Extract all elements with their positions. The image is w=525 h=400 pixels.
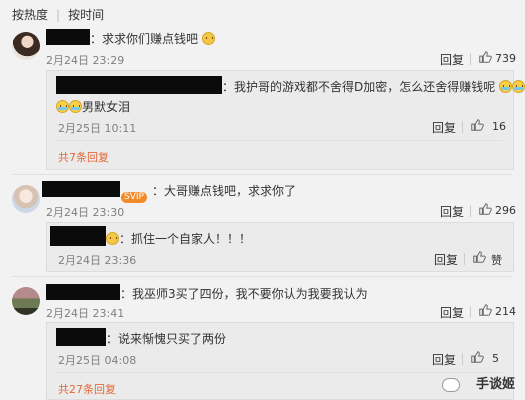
divider bbox=[470, 205, 471, 217]
emoji-icon bbox=[512, 80, 525, 93]
comment-text: ：大哥赚点钱吧，求求你了 bbox=[152, 184, 297, 198]
avatar[interactable] bbox=[12, 287, 40, 315]
reply-time: 2月25日 04:08 bbox=[58, 354, 137, 367]
reply-text: ：抓住一个自家人！！！ bbox=[106, 230, 251, 247]
reply-text-line2: 男默女泪 bbox=[56, 98, 130, 115]
reply-text: ：说来惭愧只买了两份 bbox=[106, 332, 227, 346]
like-count: 16 bbox=[492, 120, 506, 133]
avatar[interactable] bbox=[12, 185, 40, 213]
thumbs-up-icon[interactable] bbox=[478, 50, 492, 64]
divider bbox=[462, 121, 463, 133]
redacted-username bbox=[50, 226, 106, 246]
divider bbox=[462, 353, 463, 365]
sort-bar: 按热度 | 按时间 bbox=[12, 6, 104, 23]
thumbs-up-icon[interactable] bbox=[470, 350, 484, 364]
redacted-username bbox=[46, 284, 120, 300]
thumbs-up-icon[interactable] bbox=[472, 250, 486, 264]
emoji-icon bbox=[106, 232, 119, 245]
thumbs-up-icon[interactable] bbox=[470, 118, 484, 132]
avatar[interactable] bbox=[12, 32, 40, 60]
watermark-logo-icon bbox=[442, 378, 460, 392]
emoji-icon bbox=[69, 100, 82, 113]
divider bbox=[56, 372, 502, 373]
reply-button[interactable]: 回复 bbox=[440, 203, 464, 220]
emoji-icon bbox=[56, 100, 69, 113]
like-count: 5 bbox=[492, 352, 499, 365]
thumbs-up-icon[interactable] bbox=[478, 303, 492, 317]
divider bbox=[56, 140, 502, 141]
divider bbox=[464, 253, 465, 265]
like-count: 214 bbox=[495, 305, 516, 318]
divider bbox=[12, 276, 512, 277]
emoji-icon bbox=[201, 32, 215, 45]
like-button-label[interactable]: 赞 bbox=[491, 252, 502, 268]
thumbs-up-icon[interactable] bbox=[478, 202, 492, 216]
redacted-username bbox=[56, 76, 222, 94]
vip-badge: SVIP bbox=[121, 184, 147, 203]
reply-button[interactable]: 回复 bbox=[440, 51, 464, 68]
like-count: 296 bbox=[495, 204, 516, 217]
reply-button[interactable]: 回复 bbox=[432, 119, 456, 136]
redacted-username bbox=[42, 181, 120, 197]
comment-time: 2月24日 23:29 bbox=[46, 54, 125, 67]
redacted-username bbox=[56, 328, 106, 346]
divider bbox=[470, 53, 471, 65]
reply-button[interactable]: 回复 bbox=[434, 251, 458, 268]
reply-time: 2月25日 10:11 bbox=[58, 122, 137, 135]
emoji-icon bbox=[499, 80, 513, 93]
sort-by-hot[interactable]: 按热度 bbox=[12, 6, 48, 23]
reply-button[interactable]: 回复 bbox=[432, 351, 456, 368]
watermark: 手谈姬 bbox=[475, 377, 515, 392]
like-count: 739 bbox=[495, 52, 516, 65]
divider bbox=[12, 174, 512, 175]
sort-by-time[interactable]: 按时间 bbox=[68, 6, 104, 23]
sort-divider: | bbox=[56, 8, 61, 22]
comment-text: ：求求你们赚点钱吧 bbox=[90, 30, 215, 47]
more-replies-link[interactable]: 共27条回复 bbox=[58, 381, 116, 397]
divider bbox=[470, 306, 471, 318]
redacted-username bbox=[46, 29, 90, 45]
comment-time: 2月24日 23:30 bbox=[46, 206, 125, 219]
comment-text: ：我巫师3买了四份，我不要你认为我要我认为 bbox=[120, 287, 368, 301]
reply-time: 2月24日 23:36 bbox=[58, 254, 137, 267]
reply-text: ：我护哥的游戏都不舍得D加密，怎么还舍得赚钱呢 bbox=[222, 78, 525, 95]
comment-time: 2月24日 23:41 bbox=[46, 307, 125, 320]
reply-button[interactable]: 回复 bbox=[440, 304, 464, 321]
more-replies-link[interactable]: 共7条回复 bbox=[58, 149, 109, 165]
